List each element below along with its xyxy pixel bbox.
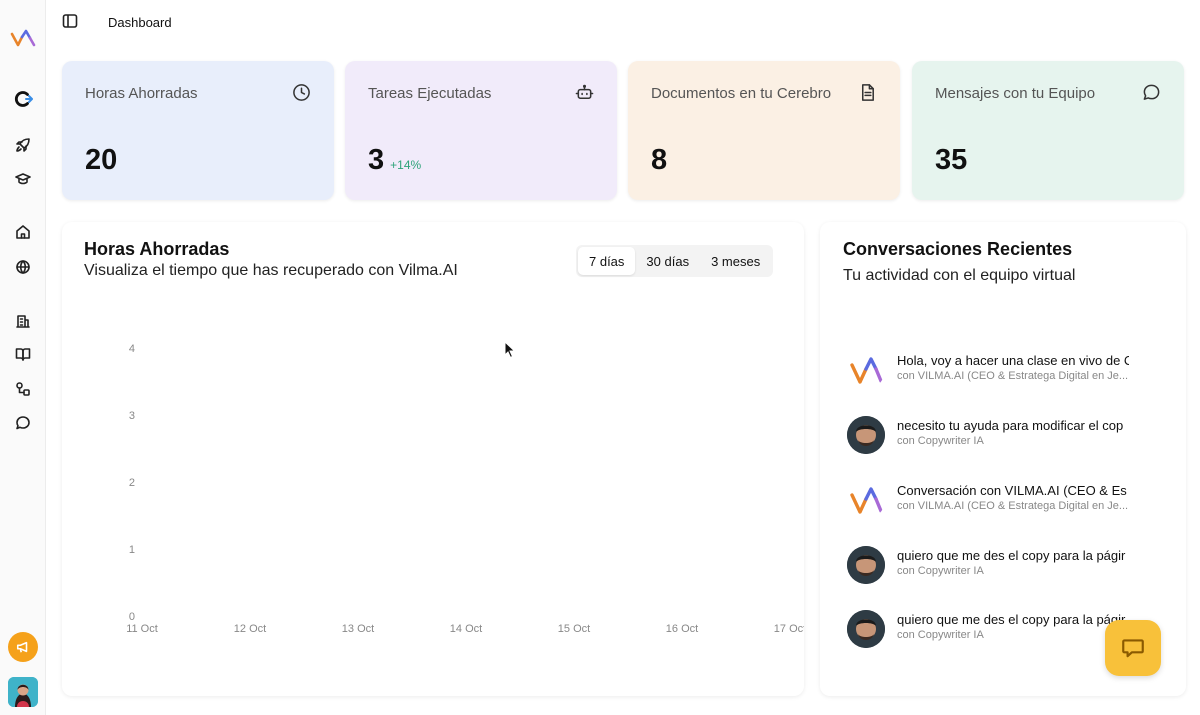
y-tick-label: 4 — [129, 343, 135, 355]
home-icon[interactable] — [12, 221, 34, 243]
hours-chart-panel: Horas Ahorradas Visualiza el tiempo que … — [62, 222, 804, 696]
mouse-cursor-icon — [504, 341, 516, 359]
stat-delta: +14% — [390, 158, 422, 172]
support-chat-button[interactable] — [1105, 620, 1161, 676]
x-tick-label: 14 Oct — [450, 623, 482, 635]
stat-card-messages[interactable]: Mensajes con tu Equipo 35 — [912, 61, 1184, 200]
stat-label: Mensajes con tu Equipo — [935, 85, 1096, 102]
stat-value: 8 — [651, 144, 668, 176]
building-icon[interactable] — [12, 310, 34, 332]
hours-chart: 0 1 2 3 4 11 Oct 12 Oct 13 Oct 14 Oct 15 Oct 16 Oc… — [126, 343, 804, 635]
vilma-logo-icon — [847, 481, 885, 519]
stat-card-tasks[interactable]: Tareas Ejecutadas 3 +14% — [345, 61, 617, 200]
conversation-item[interactable]: quiero que me des el copy para la págir … — [847, 544, 1137, 588]
conversation-title: necesito tu ayuda para modificar el cop — [897, 418, 1124, 433]
user-avatar[interactable] — [8, 677, 38, 707]
stat-value: 20 — [85, 144, 118, 176]
y-tick-label: 3 — [129, 410, 135, 422]
conversations-title: Conversaciones Recientes — [843, 239, 1073, 259]
clock-icon — [292, 83, 312, 103]
x-tick-label: 11 Oct — [126, 623, 158, 635]
bot-icon — [575, 83, 595, 103]
stat-label: Tareas Ejecutadas — [368, 85, 492, 102]
conversation-title: quiero que me des el copy para la págir — [897, 612, 1126, 627]
globe-icon[interactable] — [12, 256, 34, 278]
conversation-subtitle: con VILMA.AI (CEO & Estratega Digital en… — [897, 370, 1129, 382]
vilma-logo-icon — [847, 351, 885, 389]
conversation-subtitle: con Copywriter IA — [897, 435, 984, 447]
c-arrow-icon[interactable] — [12, 88, 34, 110]
megaphone-icon[interactable] — [8, 632, 38, 662]
copywriter-avatar — [847, 416, 885, 454]
x-tick-label: 13 Oct — [342, 623, 374, 635]
rocket-icon[interactable] — [12, 134, 34, 156]
y-tick-label: 1 — [129, 544, 135, 556]
sidebar — [0, 0, 46, 715]
x-tick-label: 12 Oct — [234, 623, 266, 635]
conversation-title: Conversación con VILMA.AI (CEO & Es — [897, 483, 1127, 498]
breadcrumb[interactable]: Dashboard — [108, 15, 172, 30]
conversation-item[interactable]: necesito tu ayuda para modificar el cop … — [847, 414, 1137, 458]
stat-value: 3 +14% — [368, 144, 422, 176]
top-bar: Dashboard — [46, 0, 1200, 46]
y-tick-label: 0 — [129, 611, 135, 623]
x-tick-label: 15 Oct — [558, 623, 590, 635]
logo-icon[interactable] — [10, 27, 36, 49]
conversation-title: Hola, voy a hacer una clase en vivo de C — [897, 353, 1129, 368]
copywriter-avatar — [847, 546, 885, 584]
chat-icon[interactable] — [12, 412, 34, 434]
conversation-subtitle: con VILMA.AI (CEO & Estratega Digital en… — [897, 500, 1129, 512]
graduation-cap-icon[interactable] — [12, 168, 34, 190]
conversation-item[interactable]: Hola, voy a hacer una clase en vivo de C… — [847, 349, 1137, 393]
conversation-subtitle: con Copywriter IA — [897, 629, 984, 641]
stat-card-hours[interactable]: Horas Ahorradas 20 — [62, 61, 334, 200]
stat-card-documents[interactable]: Documentos en tu Cerebro 8 — [628, 61, 900, 200]
conversation-item[interactable]: Conversación con VILMA.AI (CEO & Es con … — [847, 479, 1137, 523]
conversation-item[interactable]: quiero que me des el copy para la págir … — [847, 608, 1137, 652]
stat-label: Documentos en tu Cerebro — [651, 85, 832, 102]
nodes-icon[interactable] — [12, 378, 34, 400]
document-icon — [858, 83, 878, 103]
stat-label: Horas Ahorradas — [85, 85, 198, 102]
sidebar-toggle-icon[interactable] — [62, 13, 80, 31]
conversations-subtitle: Tu actividad con el equipo virtual — [843, 267, 1076, 284]
chat-bubble-icon — [1122, 639, 1144, 658]
y-tick-label: 2 — [129, 477, 135, 489]
book-icon[interactable] — [12, 343, 34, 365]
stat-value: 35 — [935, 144, 968, 176]
conversation-title: quiero que me des el copy para la págir — [897, 548, 1126, 563]
copywriter-avatar — [847, 610, 885, 648]
x-tick-label: 16 Oct — [666, 623, 698, 635]
conversation-subtitle: con Copywriter IA — [897, 565, 984, 577]
message-icon — [1142, 83, 1162, 103]
x-tick-label: 17 Oct — [774, 623, 804, 635]
